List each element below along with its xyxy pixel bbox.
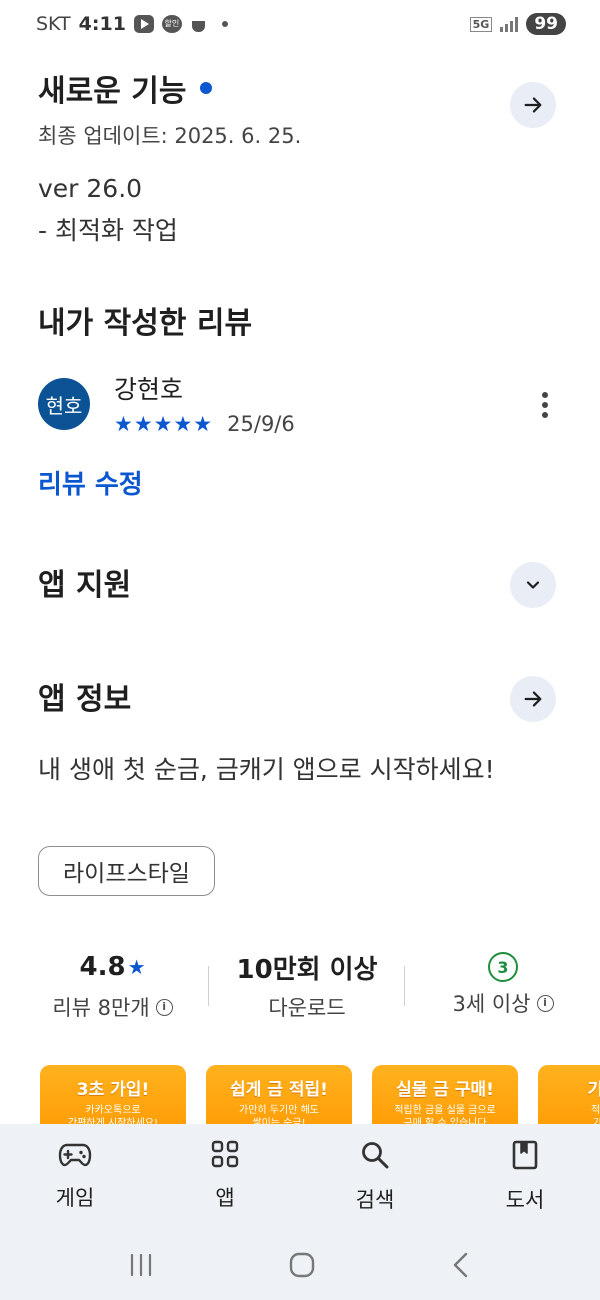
screenshot-title: 쉽게 금 적립! [230,1080,328,1100]
signal-icon [500,16,519,32]
gamepad-icon [58,1143,92,1167]
more-options-icon[interactable] [542,392,548,418]
carrier-label: SKT [36,13,71,35]
status-bar: SKT 4:11 할인 5G 99 [0,0,600,48]
review-meta: 강현호 ★★★★★ 25/9/6 [114,370,295,436]
rating-stars: ★★★★★ [114,412,214,436]
whats-new-arrow-button[interactable] [510,82,556,128]
nav-item-search[interactable]: 검색 [300,1124,450,1230]
home-icon[interactable] [288,1251,316,1279]
screenshot-card[interactable]: 쉽게 금 적립! 가만히 두기만 해도 쌓이는 순금! [206,1065,352,1125]
app-info-arrow-button[interactable] [510,676,556,722]
screenshot-caption: 가만히 두기만 해도 [239,1105,319,1116]
app-description: 내 생애 첫 순금, 금캐기 앱으로 시작하세요! [38,750,556,786]
app-info-row[interactable]: 앱 정보 [38,676,556,724]
divider [208,966,209,1006]
chevron-down-icon [526,581,540,589]
app-description-text: 내 생애 첫 순금, 금캐기 앱으로 시작하세요! [38,755,495,784]
whats-new-heading: 새로운 기능 [38,66,556,110]
screenshot-title: 기프티 [587,1080,600,1100]
nav-item-books[interactable]: 도서 [450,1124,600,1230]
screenshot-title: 3초 가입! [76,1080,150,1100]
nav-label-apps: 앱 [215,1186,235,1210]
edit-review-link[interactable]: 리뷰 수정 [38,470,143,500]
release-note-text: - 최적화 작업 [38,216,178,245]
more-notifications-dot [221,21,228,27]
divider [404,966,405,1006]
cup-notification-icon [190,15,210,33]
nav-label-games: 게임 [55,1186,95,1210]
recent-apps-icon[interactable] [127,1253,155,1277]
whats-new-section: 새로운 기능 최종 업데이트: 2025. 6. 25. [38,66,556,148]
arrow-right-icon [524,691,542,707]
age-rating-label: 3세 이상 [452,992,531,1016]
downloads-stat: 10만회 이상 다운로드 [222,948,392,1022]
bottom-navigation: 게임 앱 검색 도서 [0,1124,600,1230]
age-rating-badge: 3 [488,952,518,982]
screenshots-carousel[interactable]: 3초 가입! 카카오톡으로 간편하게 시작하세요! 쉽게 금 적립! 가만히 두… [40,1065,600,1125]
downloads-value: 10만회 이상 [236,954,378,985]
downloads-label: 다운로드 [268,996,346,1020]
clock: 4:11 [78,13,126,35]
battery-indicator: 99 [526,13,566,35]
nav-label-search: 검색 [355,1188,395,1212]
info-icon: i [536,994,554,1012]
whats-new-title: 새로운 기능 [38,74,187,109]
screenshot-caption: 적립한 금을 실물 금으로 [394,1105,496,1116]
review-author: 강현호 [114,375,184,404]
my-review-title: 내가 작성한 리뷰 [38,306,253,341]
screenshot-card[interactable]: 실물 금 구매! 적립한 금을 실물 금으로 구매 할 수 있습니다 [372,1065,518,1125]
app-stats: 4.8 ★ 리뷰 8만개 i 10만회 이상 다운로드 3 3세 이상 i [0,948,600,1028]
age-rating-stat[interactable]: 3 3세 이상 i [418,948,588,1018]
version-text: ver 26.0 [38,174,143,203]
back-icon[interactable] [449,1251,473,1279]
screenshot-card[interactable]: 3초 가입! 카카오톡으로 간편하게 시작하세요! [40,1065,186,1125]
rating-value: 4.8 [79,952,126,982]
nav-label-books: 도서 [505,1188,545,1212]
screenshot-title: 실물 금 구매! [396,1080,494,1100]
release-notes: ver 26.0 - 최적화 작업 [38,168,556,252]
app-support-expand-button[interactable] [510,562,556,608]
review-date: 25/9/6 [227,412,295,436]
edit-review-row: 리뷰 수정 [38,464,556,501]
app-support-title: 앱 지원 [38,568,132,603]
arrow-right-icon [524,97,542,113]
rating-stat[interactable]: 4.8 ★ 리뷰 8만개 i [30,948,195,1022]
new-indicator-dot [200,82,213,94]
app-info-title: 앱 정보 [38,682,132,717]
screenshot-caption: 적립한 금 [591,1105,600,1116]
app-support-row[interactable]: 앱 지원 [38,562,556,610]
my-review-section: 내가 작성한 리뷰 [38,298,556,342]
network-type-icon: 5G [469,16,493,32]
star-icon: ★ [127,955,146,979]
sale-notification-icon: 할인 [161,15,182,33]
last-updated-text: 최종 업데이트: 2025. 6. 25. [38,124,302,148]
info-icon: i [155,998,173,1016]
nav-item-apps[interactable]: 앱 [150,1124,300,1230]
system-navigation-bar [0,1230,600,1300]
screenshot-caption: 카카오톡으로 [85,1105,141,1116]
book-icon [512,1140,538,1170]
my-review-card: 현호 강현호 ★★★★★ 25/9/6 [38,370,556,440]
screenshot-card[interactable]: 기프티 적립한 금 기프티콘 [538,1065,600,1125]
nav-item-games[interactable]: 게임 [0,1124,150,1230]
avatar: 현호 [38,378,90,430]
search-icon [362,1142,389,1169]
apps-grid-icon [211,1140,239,1168]
youtube-notification-icon [133,15,154,33]
category-chip[interactable]: 라이프스타일 [38,846,215,896]
reviews-count: 리뷰 8만개 [52,996,150,1020]
